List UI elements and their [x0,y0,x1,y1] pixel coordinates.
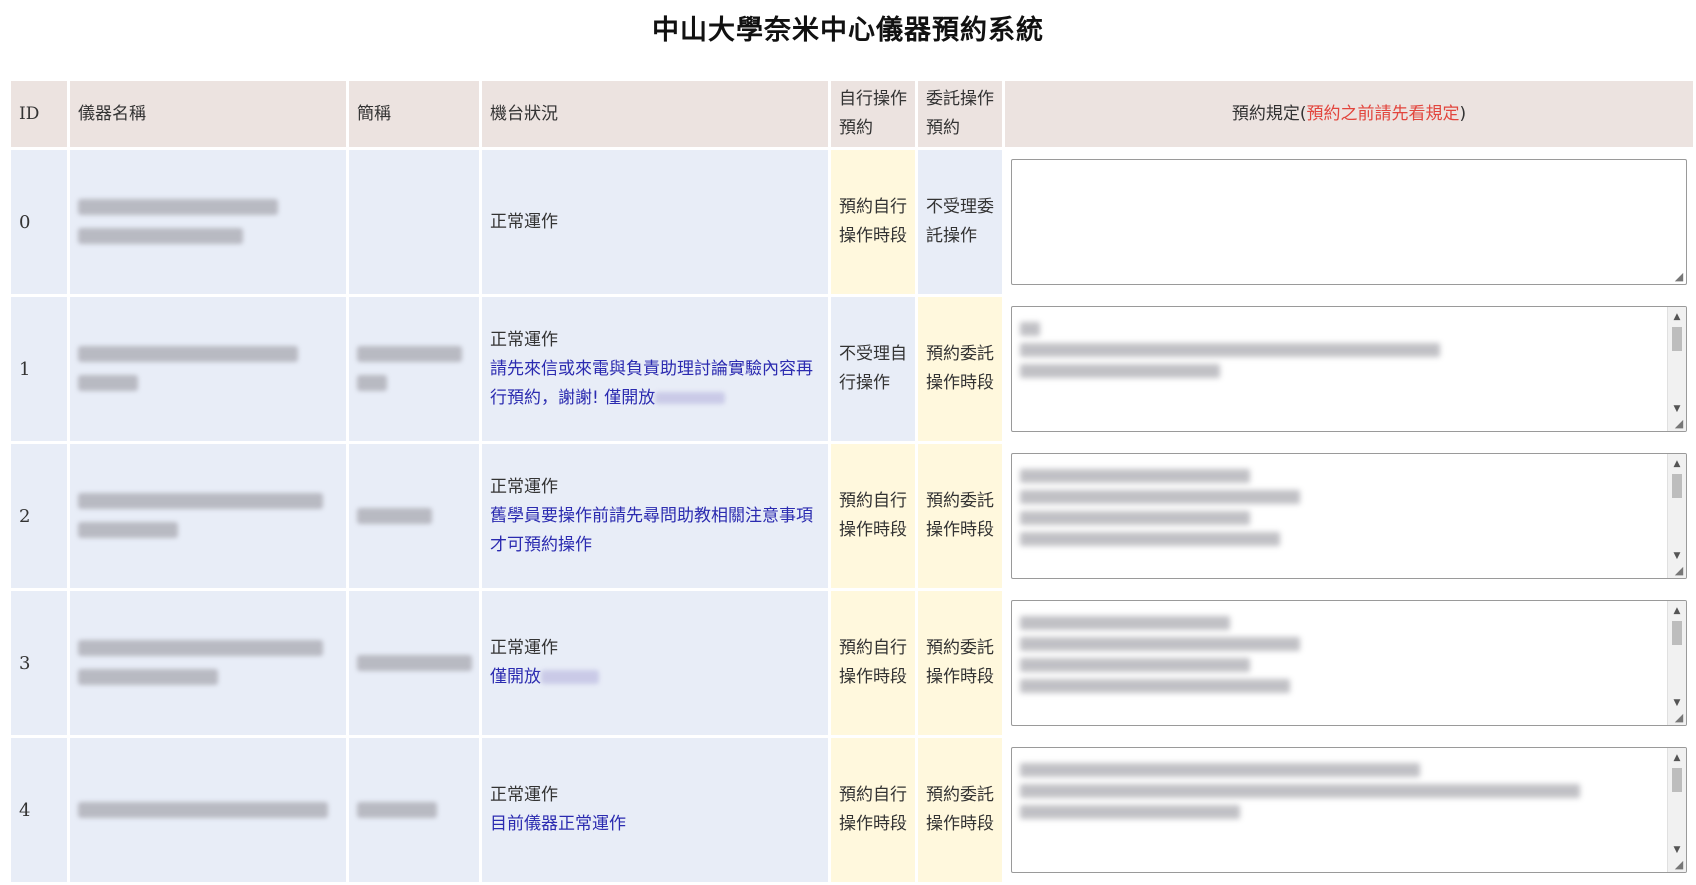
row-id: 1 [11,297,67,441]
self-reserve-link[interactable]: 預約自行操作時段 [831,150,915,294]
rules-warning: 預約之前請先看規定 [1306,103,1460,124]
status-note: 舊學員要操作前請先尋問助教相關注意事項才可預約操作 [490,505,813,555]
table-row: 0 正常運作 預約自行操作時段 不受理委託操作 ◢ [11,150,1693,294]
abbreviation-redacted [349,591,479,735]
status-text: 正常運作 [490,638,558,658]
table-row: 4 正常運作 目前儀器正常運作 預約自行操作時段 預約委託操作時段 ▲ ▼ ◢ [11,738,1693,882]
header-id: ID [11,81,67,147]
rules-cell: ▲ ▼ ◢ [1005,444,1693,588]
table-row: 1 正常運作請先來信或來電與負責助理討論實驗內容再行預約，謝謝! 僅開放 不受理… [11,297,1693,441]
instrument-name-redacted[interactable] [70,444,346,588]
header-delegate-operation: 委託操作預約 [918,81,1002,147]
scroll-up-icon[interactable]: ▲ [1668,603,1686,619]
instrument-name-redacted[interactable] [70,591,346,735]
scrollbar[interactable]: ▲ ▼ [1667,601,1686,725]
scrollbar[interactable]: ▲ ▼ [1667,748,1686,872]
scrollbar[interactable]: ▲ ▼ [1667,454,1686,578]
instrument-name-redacted[interactable] [70,738,346,882]
self-unavailable: 不受理自行操作 [831,297,915,441]
table-header-row: ID 儀器名稱 簡稱 機台狀況 自行操作預約 委託操作預約 預約規定(預約之前請… [11,81,1693,147]
abbreviation-redacted [349,297,479,441]
header-machine-status: 機台狀況 [482,81,828,147]
resize-grip-icon[interactable]: ◢ [1673,565,1685,577]
header-reservation-rules: 預約規定(預約之前請先看規定) [1005,81,1693,147]
resize-grip-icon[interactable]: ◢ [1673,418,1685,430]
status-note: 請先來信或來電與負責助理討論實驗內容再行預約，謝謝! 僅開放 [490,358,813,408]
row-id: 0 [11,150,67,294]
rules-header-label: 預約規定( [1231,103,1307,124]
instrument-name-redacted[interactable] [70,150,346,294]
status-text: 正常運作 [490,476,558,497]
status-text: 正常運作 [490,211,558,232]
abbreviation-redacted [349,444,479,588]
rules-textarea[interactable]: ▲ ▼ ◢ [1011,306,1687,432]
resize-grip-icon[interactable]: ◢ [1673,859,1685,871]
abbreviation-cell [349,150,479,294]
page-title: 中山大學奈米中心儀器預約系統 [652,15,1044,46]
self-reserve-link[interactable]: 預約自行操作時段 [831,738,915,882]
status-text: 正常運作 [490,329,558,350]
rules-header-close: ) [1459,103,1467,124]
status-cell: 正常運作舊學員要操作前請先尋問助教相關注意事項才可預約操作 [482,444,828,588]
rules-cell: ▲ ▼ ◢ [1005,591,1693,735]
rules-textarea[interactable]: ▲ ▼ ◢ [1011,747,1687,873]
scroll-down-icon[interactable]: ▼ [1668,842,1686,858]
delegate-reserve-link[interactable]: 預約委託操作時段 [918,738,1002,882]
scroll-down-icon[interactable]: ▼ [1668,548,1686,564]
delegate-unavailable: 不受理委託操作 [918,150,1002,294]
table-row: 3 正常運作 僅開放 預約自行操作時段 預約委託操作時段 ▲ ▼ ◢ [11,591,1693,735]
scroll-up-icon[interactable]: ▲ [1668,309,1686,325]
rules-textarea[interactable]: ▲ ▼ ◢ [1011,600,1687,726]
instrument-table: ID 儀器名稱 簡稱 機台狀況 自行操作預約 委託操作預約 預約規定(預約之前請… [8,78,1696,885]
scroll-up-icon[interactable]: ▲ [1668,456,1686,472]
rules-cell: ◢ [1005,150,1693,294]
table-row: 2 正常運作舊學員要操作前請先尋問助教相關注意事項才可預約操作 預約自行操作時段… [11,444,1693,588]
rules-cell: ▲ ▼ ◢ [1005,738,1693,882]
resize-grip-icon[interactable]: ◢ [1673,712,1685,724]
delegate-reserve-link[interactable]: 預約委託操作時段 [918,591,1002,735]
self-reserve-link[interactable]: 預約自行操作時段 [831,444,915,588]
scroll-down-icon[interactable]: ▼ [1668,401,1686,417]
header-self-operation: 自行操作預約 [831,81,915,147]
status-note: 目前儀器正常運作 [490,814,626,834]
scrollbar[interactable]: ▲ ▼ [1667,307,1686,431]
abbreviation-redacted [349,738,479,882]
row-id: 2 [11,444,67,588]
self-reserve-link[interactable]: 預約自行操作時段 [831,591,915,735]
scroll-up-icon[interactable]: ▲ [1668,750,1686,766]
row-id: 3 [11,591,67,735]
rules-textarea[interactable]: ◢ [1011,159,1687,285]
rules-textarea[interactable]: ▲ ▼ ◢ [1011,453,1687,579]
rules-cell: ▲ ▼ ◢ [1005,297,1693,441]
instrument-name-redacted[interactable] [70,297,346,441]
status-cell: 正常運作 [482,150,828,294]
status-cell: 正常運作目前儀器正常運作 [482,738,828,882]
status-cell: 正常運作 僅開放 [482,591,828,735]
status-note: 僅開放 [490,667,541,687]
resize-grip-icon[interactable]: ◢ [1673,271,1685,283]
row-id: 4 [11,738,67,882]
scroll-down-icon[interactable]: ▼ [1668,695,1686,711]
header-abbreviation: 簡稱 [349,81,479,147]
delegate-reserve-link[interactable]: 預約委託操作時段 [918,297,1002,441]
status-text: 正常運作 [490,785,558,805]
delegate-reserve-link[interactable]: 預約委託操作時段 [918,444,1002,588]
header-instrument-name: 儀器名稱 [70,81,346,147]
status-cell: 正常運作請先來信或來電與負責助理討論實驗內容再行預約，謝謝! 僅開放 [482,297,828,441]
